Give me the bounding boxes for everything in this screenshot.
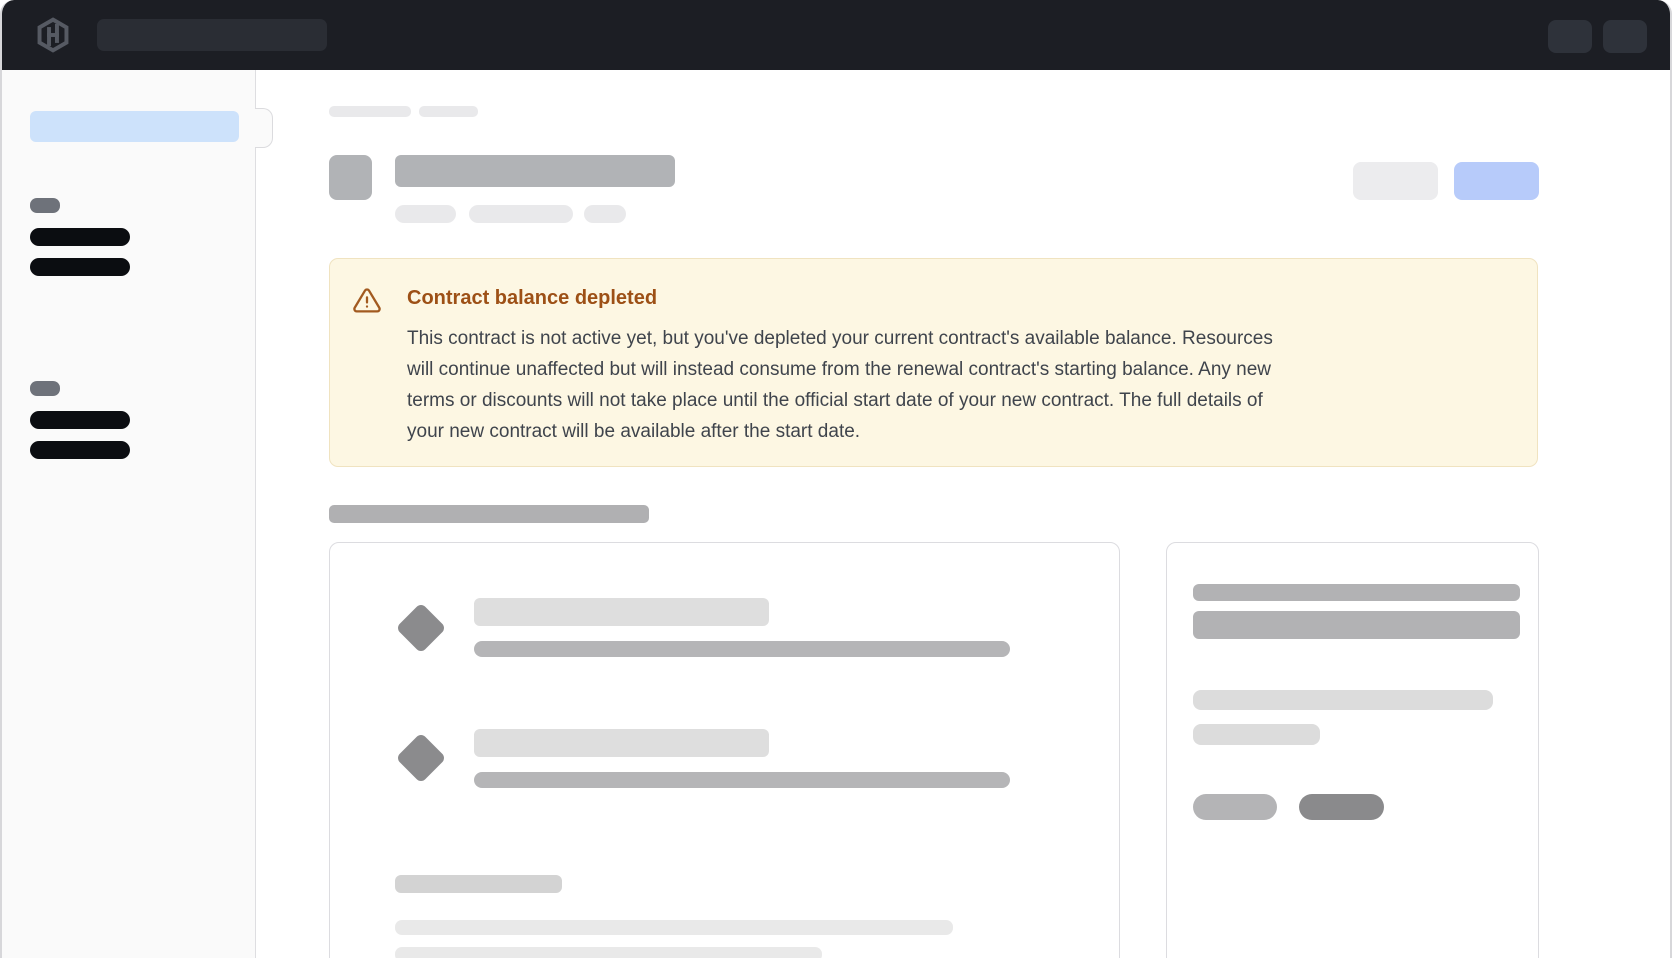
page-meta-badge-skeleton	[584, 205, 626, 223]
contract-warning-alert: Contract balance depleted This contract …	[329, 258, 1538, 467]
sidebar-item-skeleton[interactable]	[30, 411, 130, 429]
item-title-skeleton	[474, 729, 769, 757]
diamond-item-icon	[396, 733, 447, 784]
sidebar-item-skeleton[interactable]	[30, 258, 130, 276]
hashicorp-logo-icon	[34, 16, 72, 54]
page-title-skeleton	[395, 155, 675, 187]
global-search-input[interactable]	[97, 19, 327, 51]
sidebar-item-skeleton[interactable]	[30, 441, 130, 459]
secondary-action-button[interactable]	[1353, 162, 1438, 200]
sidebar-item-skeleton[interactable]	[30, 228, 130, 246]
diamond-item-icon	[396, 603, 447, 654]
sidebar-active-item-skeleton[interactable]	[30, 111, 239, 142]
primary-action-button[interactable]	[1454, 162, 1539, 200]
page-meta-badge-skeleton	[395, 205, 456, 223]
sidebar	[2, 70, 256, 958]
alert-body-text: This contract is not active yet, but you…	[407, 323, 1499, 447]
card-footer-text-skeleton	[395, 947, 822, 958]
navbar-button-account[interactable]	[1603, 20, 1647, 53]
item-subtitle-skeleton	[474, 641, 1010, 657]
summary-primary-button-skeleton[interactable]	[1299, 794, 1384, 820]
breadcrumb-skeleton[interactable]	[329, 106, 411, 117]
alert-content: Contract balance depleted This contract …	[407, 285, 1507, 447]
summary-text-skeleton	[1193, 690, 1493, 710]
section-title-skeleton	[329, 505, 649, 523]
card-footer-text-skeleton	[395, 920, 953, 935]
breadcrumb-skeleton[interactable]	[419, 106, 478, 117]
card-footer-label-skeleton	[395, 875, 562, 893]
top-navbar	[2, 0, 1670, 70]
page-meta-badge-skeleton	[469, 205, 573, 223]
navbar-button-help[interactable]	[1548, 20, 1592, 53]
sidebar-group-label-skeleton	[30, 198, 60, 213]
summary-card	[1166, 542, 1539, 958]
warning-triangle-icon	[352, 286, 382, 315]
app-window: Contract balance depleted This contract …	[0, 0, 1672, 958]
summary-secondary-button-skeleton[interactable]	[1193, 794, 1277, 820]
item-subtitle-skeleton	[474, 772, 1010, 788]
sidebar-collapse-handle[interactable]	[255, 108, 273, 148]
page-icon-skeleton	[329, 155, 372, 200]
items-list-card	[329, 542, 1120, 958]
sidebar-group-label-skeleton	[30, 381, 60, 396]
summary-heading-skeleton	[1193, 584, 1520, 601]
summary-heading-skeleton	[1193, 611, 1520, 639]
summary-text-skeleton	[1193, 724, 1320, 745]
alert-title: Contract balance depleted	[407, 285, 1507, 311]
item-title-skeleton	[474, 598, 769, 626]
